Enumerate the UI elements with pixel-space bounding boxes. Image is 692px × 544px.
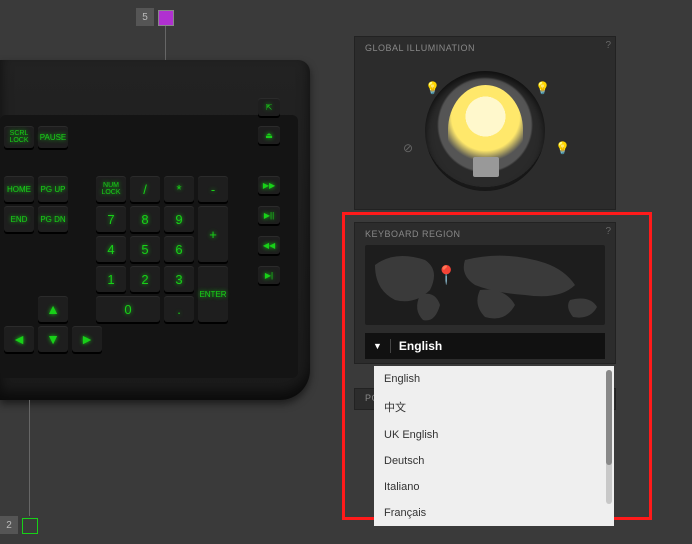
- key-arrow-left[interactable]: ◄: [4, 326, 34, 352]
- key-media-fwd[interactable]: ▶▶: [258, 176, 280, 194]
- dropdown-caret-icon: ▼: [373, 341, 382, 351]
- global-illumination-panel: GLOBAL ILLUMINATION ? ⊘ 💡 💡 💡: [354, 36, 616, 210]
- zone-5-badge: 5: [136, 8, 154, 26]
- zone-5-color-swatch[interactable]: [158, 10, 174, 26]
- language-option[interactable]: Italiano: [374, 474, 614, 500]
- key-media-home[interactable]: ⇱: [258, 98, 280, 116]
- language-option[interactable]: Français: [374, 500, 614, 526]
- key-4[interactable]: 4: [96, 236, 126, 262]
- key-media-eject[interactable]: ⏏: [258, 126, 280, 144]
- key-plus[interactable]: +: [198, 206, 228, 262]
- key-9[interactable]: 9: [164, 206, 194, 232]
- key-pause[interactable]: PAUSE: [38, 126, 68, 148]
- key-7[interactable]: 7: [96, 206, 126, 232]
- key-8[interactable]: 8: [130, 206, 160, 232]
- dial-med-icon: 💡: [535, 81, 550, 95]
- language-option[interactable]: UK English: [374, 422, 614, 448]
- key-2[interactable]: 2: [130, 266, 160, 292]
- key-home[interactable]: HOME: [4, 176, 34, 202]
- map-pin-icon: 📍: [435, 265, 457, 286]
- dial-high-icon: 💡: [555, 141, 570, 155]
- language-selected: English: [399, 339, 442, 353]
- language-dropdown[interactable]: ▼ English: [365, 333, 605, 359]
- brightness-dial[interactable]: ⊘ 💡 💡 💡: [355, 53, 615, 203]
- key-0[interactable]: 0: [96, 296, 160, 322]
- key-numlock[interactable]: NUM LOCK: [96, 176, 126, 202]
- key-media-rew[interactable]: ◀◀: [258, 236, 280, 254]
- key-divide[interactable]: /: [130, 176, 160, 202]
- connector-line-2: [29, 400, 30, 516]
- language-option[interactable]: 中文: [374, 392, 614, 422]
- zone-2-badge: 2: [0, 516, 18, 534]
- language-option[interactable]: English: [374, 366, 614, 392]
- key-arrow-down[interactable]: ▼: [38, 326, 68, 352]
- dial-low-icon: 💡: [425, 81, 440, 95]
- key-5[interactable]: 5: [130, 236, 160, 262]
- key-1[interactable]: 1: [96, 266, 126, 292]
- world-map: 📍: [365, 245, 605, 325]
- key-enter[interactable]: ENTER: [198, 266, 228, 322]
- help-icon[interactable]: ?: [605, 226, 611, 237]
- key-3[interactable]: 3: [164, 266, 194, 292]
- key-media-next[interactable]: ▶|: [258, 266, 280, 284]
- key-minus[interactable]: -: [198, 176, 228, 202]
- key-pgup[interactable]: PG UP: [38, 176, 68, 202]
- dial-off-icon: ⊘: [403, 141, 413, 155]
- key-end[interactable]: END: [4, 206, 34, 232]
- scrollbar-thumb[interactable]: [606, 370, 612, 465]
- lightbulb-icon: [448, 85, 523, 175]
- keyboard-region-panel: KEYBOARD REGION ? 📍 ▼ English: [354, 222, 616, 364]
- key-scroll-lock[interactable]: SCRL LOCK: [4, 126, 34, 148]
- key-pgdn[interactable]: PG DN: [38, 206, 68, 232]
- key-media-play[interactable]: ▶||: [258, 206, 280, 224]
- key-period[interactable]: .: [164, 296, 194, 322]
- key-arrow-up[interactable]: ▲: [38, 296, 68, 322]
- help-icon[interactable]: ?: [605, 40, 611, 51]
- key-arrow-right[interactable]: ►: [72, 326, 102, 352]
- zone-2-color-swatch[interactable]: [22, 518, 38, 534]
- language-option[interactable]: Deutsch: [374, 448, 614, 474]
- global-illumination-title: GLOBAL ILLUMINATION: [355, 37, 615, 53]
- key-multiply[interactable]: *: [164, 176, 194, 202]
- language-dropdown-list: English 中文 UK English Deutsch Italiano F…: [374, 366, 614, 526]
- key-6[interactable]: 6: [164, 236, 194, 262]
- keyboard-body: steelseries SCRL LOCK PAUSE HOME PG UP E…: [0, 60, 310, 400]
- keyboard-region-title: KEYBOARD REGION: [355, 223, 615, 239]
